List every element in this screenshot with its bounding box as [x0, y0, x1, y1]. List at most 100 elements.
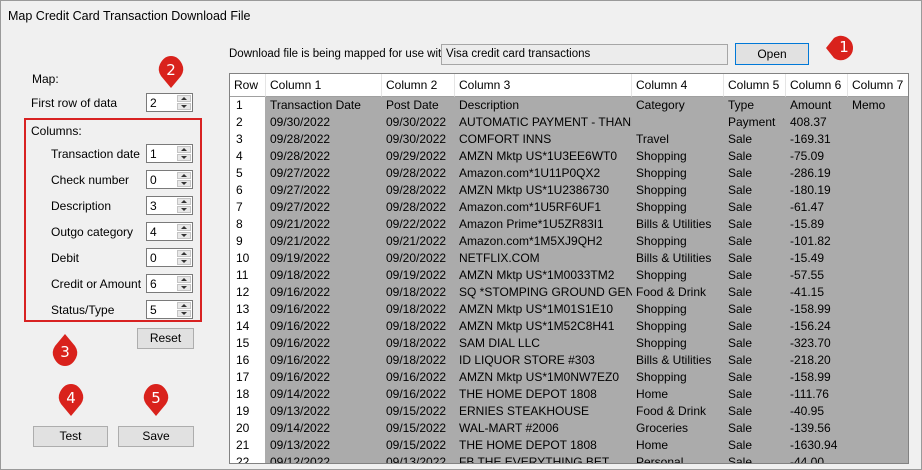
stepper-up-icon[interactable] — [177, 276, 191, 283]
table-cell: -139.56 — [790, 421, 831, 435]
stepper-up-icon[interactable] — [177, 95, 191, 102]
table-row[interactable]: 13 09/16/2022 09/18/2022 AMZN Mktp US*1M01S… — [230, 301, 908, 318]
table-cell: Sale — [728, 149, 753, 163]
stepper-up-icon[interactable] — [177, 172, 191, 179]
table-row[interactable]: 9 09/21/2022 09/21/2022 Amazon.com*1M5XJ9QH… — [230, 233, 908, 250]
table-row[interactable]: 16 09/16/2022 09/18/2022 ID LIQUOR STORE #3… — [230, 352, 908, 369]
table-row[interactable]: 10 09/19/2022 09/20/2022 NETFLIX.COM Bills &… — [230, 250, 908, 267]
table-row[interactable]: 20 09/14/2022 09/15/2022 WAL-MART #2006 Groc… — [230, 420, 908, 437]
first-row-stepper[interactable]: 2 — [146, 93, 193, 112]
stepper-down-icon[interactable] — [177, 232, 191, 239]
debit-stepper[interactable]: 0 — [146, 248, 193, 267]
header-column-6[interactable]: Column 6 — [786, 74, 848, 97]
table-row[interactable]: 22 09/12/2022 09/13/2022 FB THE EVERYTHING … — [230, 454, 908, 464]
stepper-down-icon[interactable] — [177, 154, 191, 161]
open-button[interactable]: Open — [735, 43, 809, 65]
table-row[interactable]: 4 09/28/2022 09/29/2022 AMZN Mktp US*1U3EE6… — [230, 148, 908, 165]
callout-4: 4 — [57, 382, 85, 416]
credit-or-amount-value[interactable]: 6 — [150, 277, 157, 291]
reset-button[interactable]: Reset — [137, 328, 194, 349]
table-row[interactable]: 14 09/16/2022 09/18/2022 AMZN Mktp US*1M52C… — [230, 318, 908, 335]
status-type-value[interactable]: 5 — [150, 303, 157, 317]
table-cell: -101.82 — [790, 234, 831, 248]
table-row[interactable]: 2 09/30/2022 09/30/2022 AUTOMATIC PAYMENT -… — [230, 114, 908, 131]
description-stepper[interactable]: 3 — [146, 196, 193, 215]
transaction-date-stepper[interactable]: 1 — [146, 144, 193, 163]
mapping-target-field: Visa credit card transactions — [441, 44, 728, 65]
stepper-up-icon[interactable] — [177, 224, 191, 231]
header-column-4[interactable]: Column 4 — [632, 74, 724, 97]
table-cell: -40.95 — [790, 404, 825, 418]
check-number-stepper[interactable]: 0 — [146, 170, 193, 189]
table-cell: Sale — [728, 421, 753, 435]
table-cell: Sale — [728, 302, 753, 316]
test-button[interactable]: Test — [33, 426, 108, 447]
stepper-down-icon[interactable] — [177, 284, 191, 291]
table-row[interactable]: 5 09/27/2022 09/28/2022 Amazon.com*1U11P0QX… — [230, 165, 908, 182]
first-row-value[interactable]: 2 — [150, 96, 157, 110]
table-cell: Travel — [636, 132, 669, 146]
save-button[interactable]: Save — [118, 426, 194, 447]
table-cell: 09/28/2022 — [386, 183, 447, 197]
table-cell: 09/20/2022 — [386, 251, 447, 265]
table-cell: 09/13/2022 — [270, 438, 331, 452]
table-row[interactable]: 17 09/16/2022 09/16/2022 AMZN Mktp US*1M0NW… — [230, 369, 908, 386]
callout-5-number: 5 — [151, 389, 161, 407]
header-column-2[interactable]: Column 2 — [382, 74, 455, 97]
stepper-down-icon[interactable] — [177, 310, 191, 317]
table-cell: SQ *STOMPING GROUND GEN... — [459, 285, 632, 299]
header-column-3[interactable]: Column 3 — [455, 74, 632, 97]
table-cell: -75.09 — [790, 149, 825, 163]
table-cell: THE HOME DEPOT 1808 — [459, 387, 597, 401]
outgo-category-label: Outgo category — [51, 225, 134, 239]
header-column-5[interactable]: Column 5 — [724, 74, 786, 97]
stepper-up-icon[interactable] — [177, 146, 191, 153]
row-number: 18 — [230, 386, 265, 403]
transaction-date-value[interactable]: 1 — [150, 147, 157, 161]
header-row[interactable]: Row — [230, 74, 266, 97]
table-row[interactable]: 11 09/18/2022 09/19/2022 AMZN Mktp US*1M003… — [230, 267, 908, 284]
header-column-1[interactable]: Column 1 — [266, 74, 382, 97]
stepper-down-icon[interactable] — [177, 103, 191, 110]
stepper-down-icon[interactable] — [177, 180, 191, 187]
table-cell: Description — [459, 98, 520, 112]
stepper-up-icon[interactable] — [177, 302, 191, 309]
outgo-category-stepper[interactable]: 4 — [146, 222, 193, 241]
table-cell: Post Date — [386, 98, 439, 112]
table-row[interactable]: 15 09/16/2022 09/18/2022 SAM DIAL LLC Shoppi… — [230, 335, 908, 352]
table-row[interactable]: 7 09/27/2022 09/28/2022 Amazon.com*1U5RF6UF… — [230, 199, 908, 216]
table-row[interactable]: 3 09/28/2022 09/30/2022 COMFORT INNS Travel S… — [230, 131, 908, 148]
table-cell: -158.99 — [790, 302, 831, 316]
mapping-prompt: Download file is being mapped for use wi… — [229, 48, 448, 60]
callout-2-number: 2 — [166, 61, 176, 79]
callout-4-number: 4 — [66, 389, 76, 407]
table-cell: Bills & Utilities — [636, 251, 712, 265]
row-number: 17 — [230, 369, 265, 386]
row-number: 9 — [230, 233, 265, 250]
table-row[interactable]: 1 Transaction Date Post Date Description Cat… — [230, 97, 908, 114]
debit-value[interactable]: 0 — [150, 251, 157, 265]
table-row[interactable]: 8 09/21/2022 09/22/2022 Amazon Prime*1U5ZR8… — [230, 216, 908, 233]
description-value[interactable]: 3 — [150, 199, 157, 213]
check-number-value[interactable]: 0 — [150, 173, 157, 187]
stepper-up-icon[interactable] — [177, 198, 191, 205]
stepper-down-icon[interactable] — [177, 258, 191, 265]
outgo-category-value[interactable]: 4 — [150, 225, 157, 239]
header-column-7[interactable]: Column 7 — [848, 74, 908, 97]
data-grid[interactable]: Row Column 1 Column 2 Column 3 Column 4 Colum… — [229, 73, 909, 464]
table-row[interactable]: 6 09/27/2022 09/28/2022 AMZN Mktp US*1U2386… — [230, 182, 908, 199]
table-row[interactable]: 18 09/14/2022 09/16/2022 THE HOME DEPOT 180… — [230, 386, 908, 403]
credit-or-amount-stepper[interactable]: 6 — [146, 274, 193, 293]
table-cell: 09/18/2022 — [270, 268, 331, 282]
table-cell: Shopping — [636, 319, 687, 333]
status-type-stepper[interactable]: 5 — [146, 300, 193, 319]
table-cell: Sale — [728, 455, 753, 464]
table-cell — [848, 114, 908, 131]
stepper-down-icon[interactable] — [177, 206, 191, 213]
row-number: 14 — [230, 318, 265, 335]
table-cell: AMZN Mktp US*1U3EE6WT0 — [459, 149, 618, 163]
stepper-up-icon[interactable] — [177, 250, 191, 257]
table-row[interactable]: 12 09/16/2022 09/18/2022 SQ *STOMPING GROUN… — [230, 284, 908, 301]
table-row[interactable]: 21 09/13/2022 09/15/2022 THE HOME DEPOT 180… — [230, 437, 908, 454]
table-row[interactable]: 19 09/13/2022 09/15/2022 ERNIES STEAKHOUSE F… — [230, 403, 908, 420]
